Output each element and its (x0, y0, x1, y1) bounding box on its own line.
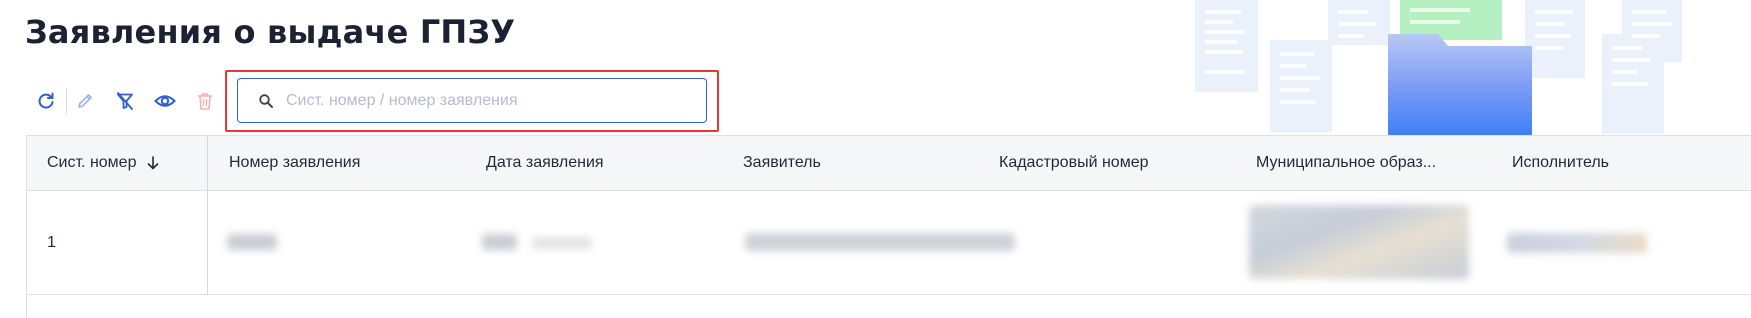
eye-icon (154, 95, 176, 107)
column-label: Исполнитель (1512, 154, 1610, 171)
column-header-application-number[interactable]: Номер заявления (229, 136, 360, 190)
column-label: Сист. номер (47, 154, 137, 171)
column-header-municipality[interactable]: Муниципальное образ... (1256, 136, 1436, 190)
redacted-applicant (745, 233, 1015, 251)
filter-clear-icon (117, 92, 133, 110)
column-header-application-date[interactable]: Дата заявления (486, 136, 604, 190)
clear-filter-button[interactable] (111, 87, 139, 115)
frozen-column-divider (207, 135, 208, 295)
redacted-application-number (227, 234, 277, 250)
column-label: Заявитель (743, 154, 821, 171)
search-icon (258, 93, 274, 109)
arrow-down-icon[interactable] (146, 155, 160, 171)
refresh-button[interactable] (32, 87, 60, 115)
table-border (26, 295, 27, 318)
edit-button[interactable] (71, 87, 99, 115)
trash-icon (198, 93, 212, 110)
view-button[interactable] (151, 87, 179, 115)
applications-table: Сист. номер Номер заявления Дата заявлен… (26, 135, 1751, 318)
search-box[interactable] (237, 78, 707, 123)
toolbar (32, 86, 219, 116)
table-header: Сист. номер Номер заявления Дата заявлен… (26, 135, 1751, 191)
redacted-application-date (482, 234, 517, 250)
column-label: Кадастровый номер (999, 154, 1149, 171)
redacted-municipality (1249, 205, 1469, 279)
column-header-sys-number[interactable]: Сист. номер (47, 136, 160, 190)
search-input[interactable] (286, 91, 686, 110)
column-header-applicant[interactable]: Заявитель (743, 136, 821, 190)
toolbar-divider (66, 88, 67, 114)
pencil-icon (78, 94, 92, 108)
column-header-cadastral-number[interactable]: Кадастровый номер (999, 136, 1149, 190)
redacted-executor (1507, 233, 1647, 253)
column-label: Муниципальное образ... (1256, 154, 1437, 171)
column-label: Номер заявления (229, 154, 361, 171)
table-row[interactable]: 1 (26, 191, 1751, 295)
delete-button[interactable] (191, 87, 219, 115)
documents-folder-illustration (1195, 0, 1682, 135)
column-header-executor[interactable]: Исполнитель (1512, 136, 1609, 190)
column-label: Дата заявления (486, 154, 604, 171)
page-title: Заявления о выдаче ГПЗУ (25, 13, 516, 51)
cell-sys-number: 1 (47, 234, 56, 251)
redacted-application-date-part (532, 237, 592, 249)
refresh-icon (38, 92, 54, 109)
